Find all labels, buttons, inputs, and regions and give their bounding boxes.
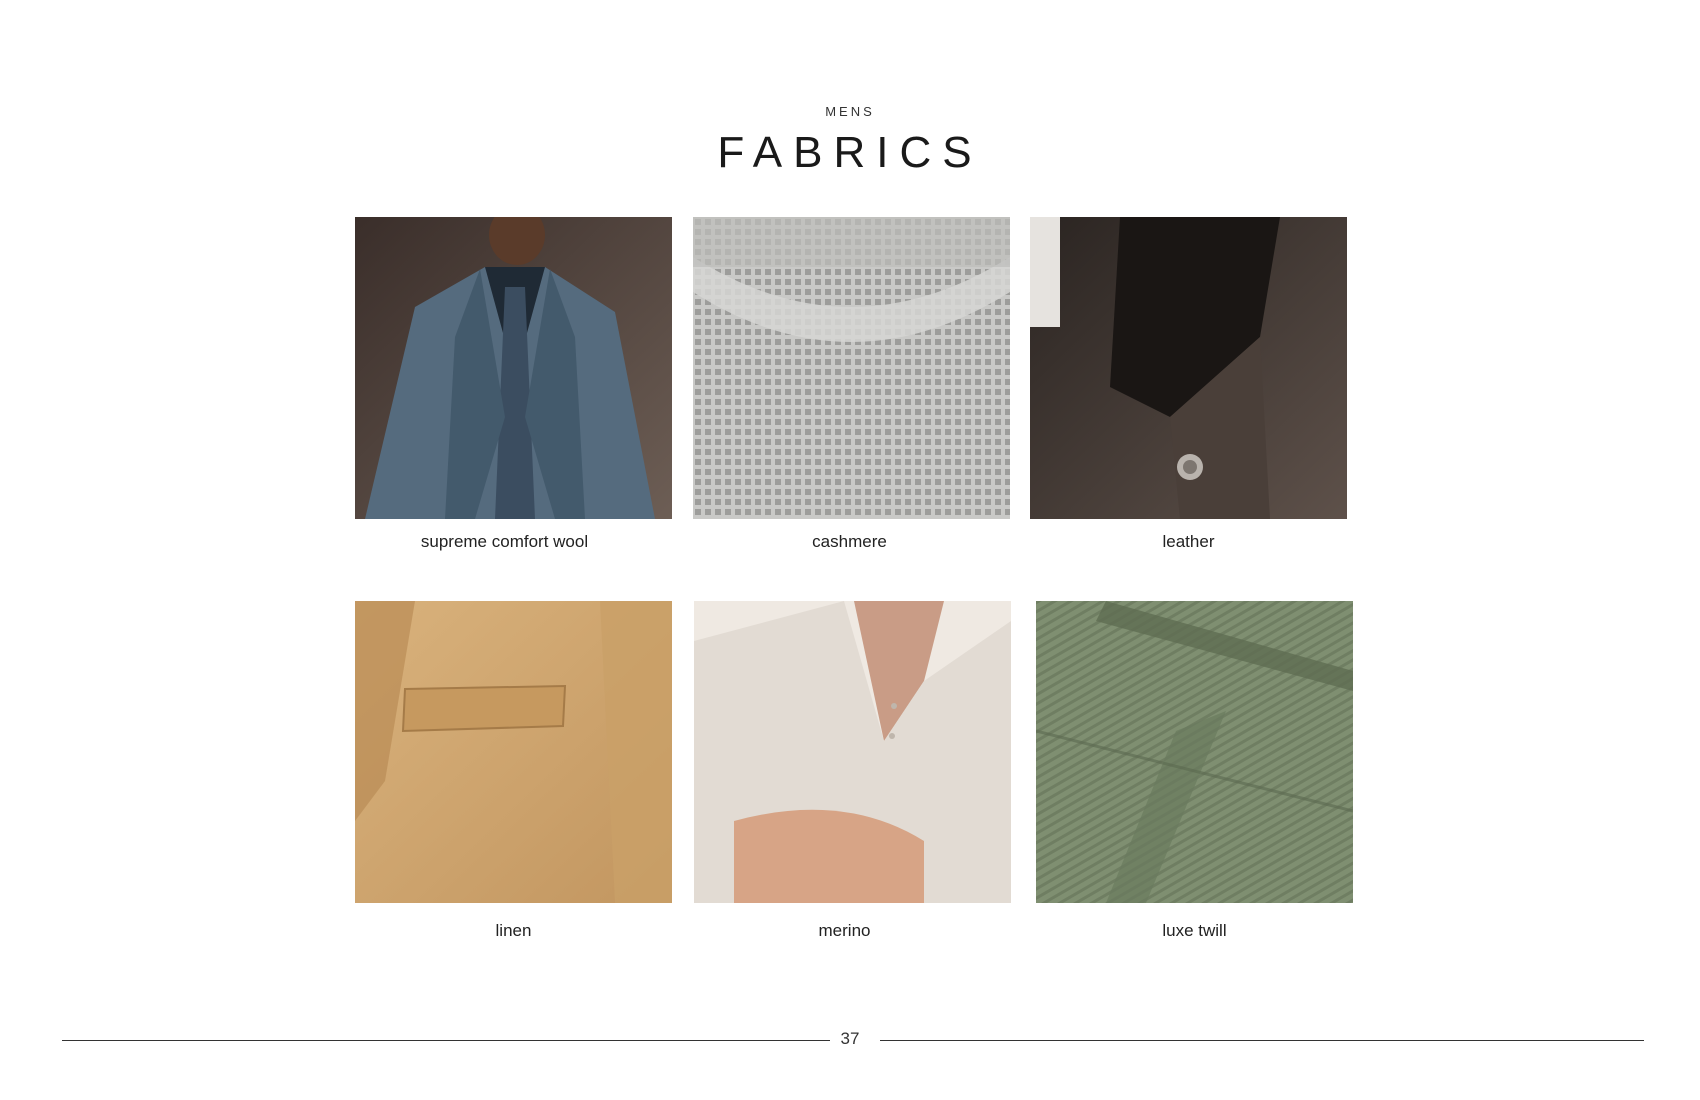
fabric-label: supreme comfort wool (420, 532, 589, 551)
footer-rule-right (880, 1040, 1644, 1041)
fabric-image-cashmere (693, 217, 1010, 519)
eyebrow-label: MENS (825, 104, 875, 119)
fabric-label: luxe twill (1162, 921, 1227, 940)
fabric-image-linen (355, 601, 672, 903)
page-number: 37 (840, 1029, 860, 1048)
footer-rule-left (62, 1040, 830, 1041)
fabric-label: merino (818, 921, 871, 940)
fabric-label: leather (1162, 532, 1215, 551)
fabric-image-twill (1036, 601, 1353, 903)
fabric-image-wool (355, 217, 672, 519)
page-title: FABRICS (717, 128, 983, 177)
fabric-image-merino (694, 601, 1011, 903)
fabric-image-leather (1030, 217, 1347, 519)
fabric-label: linen (495, 921, 532, 940)
fabric-label: cashmere (812, 532, 887, 551)
